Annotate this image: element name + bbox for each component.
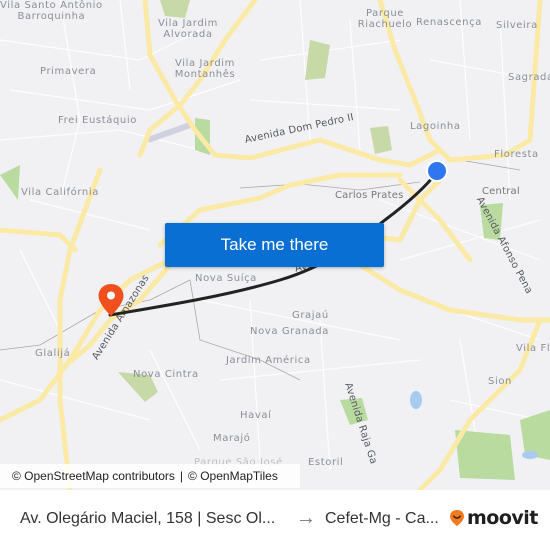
attribution-separator: |	[179, 469, 184, 483]
map[interactable]: Vila Santo Antônio Barroquinha Vila Jardi…	[0, 0, 550, 490]
map-attribution: © OpenStreetMap contributors | © OpenMap…	[0, 464, 300, 488]
moovit-logo[interactable]: moovit	[449, 507, 538, 529]
moovit-pin-icon	[450, 510, 464, 526]
origin-stop-name: Av. Olegário Maciel, 158 | Sesc Ol...	[20, 510, 276, 527]
take-me-there-button[interactable]: Take me there	[165, 223, 384, 267]
moovit-wordmark: moovit	[467, 507, 538, 529]
openmaptiles-attribution-link[interactable]: © OpenMapTiles	[188, 469, 278, 483]
destination-pin-icon[interactable]	[97, 283, 125, 317]
origin-marker[interactable]	[426, 160, 448, 182]
footer: Av. Olegário Maciel, 158 | Sesc Ol... → …	[0, 490, 550, 550]
arrow-right-icon: →	[296, 507, 316, 529]
osm-attribution-link[interactable]: © OpenStreetMap contributors	[12, 469, 175, 483]
destination-name: Cefet-Mg - Ca...	[325, 510, 439, 527]
